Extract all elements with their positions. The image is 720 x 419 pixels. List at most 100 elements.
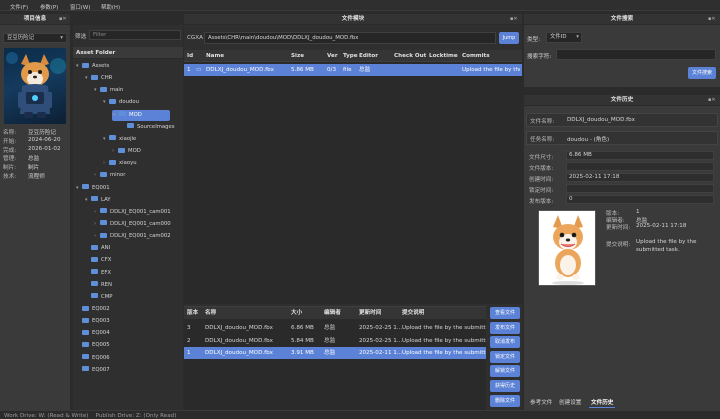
type-select[interactable]: 文件ID ▾ bbox=[546, 32, 582, 43]
version-action-button[interactable]: 发布文件 bbox=[490, 321, 520, 334]
version-action-button[interactable]: 删除文件 bbox=[490, 394, 520, 407]
tree-folder-item[interactable]: ▾ Assets bbox=[76, 61, 109, 72]
menu-params[interactable]: 参数(P) bbox=[40, 3, 58, 11]
tree-folder-item[interactable]: EQ003 bbox=[76, 316, 110, 327]
info-label: 管理: bbox=[3, 156, 17, 163]
tree-folder-item[interactable]: CFX bbox=[85, 255, 111, 266]
version-action-button[interactable]: 获得历史 bbox=[490, 380, 520, 392]
tree-folder-item[interactable]: › DDLXJ_EQ001_cam001 bbox=[94, 207, 171, 218]
file-search-button[interactable]: 文件搜索 bbox=[688, 67, 716, 79]
table-cell: file bbox=[343, 67, 352, 73]
column-header[interactable]: Ver bbox=[327, 50, 338, 62]
tree-folder-label: EQ005 bbox=[92, 342, 110, 349]
column-header[interactable]: 版本 bbox=[187, 307, 198, 319]
folder-icon bbox=[82, 366, 89, 372]
menu-help[interactable]: 帮助(H) bbox=[101, 3, 120, 11]
tree-folder-item[interactable]: ▾ xiaojie bbox=[103, 134, 136, 145]
tree-folder-item[interactable]: REN bbox=[85, 280, 112, 291]
column-header[interactable]: Editor bbox=[359, 50, 378, 62]
tree-folder-item[interactable]: CMP bbox=[85, 292, 112, 303]
column-header[interactable]: 大小 bbox=[291, 307, 302, 319]
table-cell: 3.91 MB bbox=[291, 350, 314, 356]
table-row[interactable]: 2 DDLXJ_doudou_MOD.fbx 5.84 MB 总监 2025-02-25… bbox=[184, 335, 486, 347]
tree-folder-label: Assets bbox=[92, 63, 110, 69]
tree-folder-item[interactable]: SourceImages bbox=[121, 122, 175, 133]
tree-folder-item[interactable]: ▾ main bbox=[94, 85, 123, 96]
version-info-value: 1 bbox=[636, 209, 640, 215]
tree-folder-label: EFX bbox=[101, 269, 112, 276]
column-header[interactable]: Id bbox=[187, 50, 193, 62]
column-header[interactable]: Commits bbox=[462, 50, 490, 62]
version-action-button[interactable]: 解锁文件 bbox=[490, 365, 520, 378]
tree-folder-item[interactable]: EQ005 bbox=[76, 340, 110, 351]
project-select[interactable]: 豆豆历险记 ▾ bbox=[3, 33, 67, 43]
keyword-input[interactable] bbox=[556, 49, 716, 60]
column-header[interactable]: 名称 bbox=[205, 307, 216, 319]
table-row[interactable]: 3 DDLXJ_doudou_MOD.fbx 6.86 MB 总监 2025-02-25… bbox=[184, 322, 486, 334]
tree-folder-item[interactable]: EQ006 bbox=[76, 353, 110, 364]
folder-icon bbox=[100, 86, 107, 92]
tree-folder-item[interactable]: EFX bbox=[85, 268, 111, 279]
table-cell: 1 bbox=[187, 350, 191, 356]
close-icon[interactable]: ▪✕ bbox=[708, 97, 716, 103]
tree-folder-label: MOD bbox=[129, 111, 142, 118]
asset-folder-header: Asset Folder bbox=[73, 47, 183, 59]
tree-folder-item[interactable]: › minor bbox=[94, 170, 125, 181]
menu-file[interactable]: 文件(F) bbox=[10, 3, 28, 11]
tree-folder-item[interactable]: EQ004 bbox=[76, 328, 110, 339]
folder-icon bbox=[91, 269, 98, 275]
column-header[interactable]: Size bbox=[291, 50, 304, 62]
file-module-panel: 文件模块 ▪✕ CGXA Assets\CHR\main\doudou\MOD\… bbox=[184, 14, 522, 410]
folder-icon bbox=[100, 171, 107, 177]
column-header[interactable]: Locktime bbox=[429, 50, 458, 62]
tree-folder-item[interactable]: ▾ doudou bbox=[103, 97, 139, 108]
column-header[interactable]: 提交说明 bbox=[402, 307, 424, 319]
column-header[interactable]: 编辑者 bbox=[324, 307, 341, 319]
jump-button[interactable]: Jump bbox=[499, 32, 519, 44]
tree-folder-label: CMP bbox=[101, 293, 113, 300]
history-prop-text: 0 bbox=[569, 196, 573, 202]
history-prop-label: 文件版本: bbox=[529, 165, 554, 172]
table-cell: DDLXJ_doudou_MOD.fbx bbox=[205, 350, 273, 356]
tree-folder-item[interactable]: ▾ CHR bbox=[85, 73, 112, 84]
bottom-tab[interactable]: 文件历史 bbox=[589, 398, 616, 408]
history-prop-value bbox=[566, 184, 714, 193]
tree-folder-item[interactable]: › DDLXJ_EQ001_cam000 bbox=[94, 219, 171, 230]
bottom-tab[interactable]: 参考文件 bbox=[528, 398, 554, 408]
column-header[interactable]: Name bbox=[206, 50, 224, 62]
tree-folder-item[interactable]: › xiaoyu bbox=[103, 158, 137, 169]
folder-icon bbox=[82, 317, 89, 323]
column-header[interactable]: 更新时间 bbox=[359, 307, 381, 319]
path-input[interactable]: Assets\CHR\main\doudou\MOD\DDLXJ_doudou_… bbox=[204, 32, 496, 44]
tree-folder-label: ANI bbox=[101, 245, 111, 252]
tree-folder-item[interactable]: ANI bbox=[85, 243, 110, 254]
bottom-tab[interactable]: 创建设置 bbox=[557, 398, 583, 408]
filter-input[interactable]: Filter bbox=[89, 30, 181, 40]
tree-folder-item[interactable]: ▾ LAY bbox=[85, 195, 111, 206]
tree-folder-item[interactable]: EQ007 bbox=[76, 365, 110, 376]
close-icon[interactable]: ▪✕ bbox=[708, 16, 716, 22]
column-header[interactable]: Type bbox=[343, 50, 358, 62]
table-cell: DDLXJ_doudou_MOD.fbx bbox=[205, 325, 273, 331]
table-cell: 总监 bbox=[359, 67, 371, 73]
version-action-button[interactable]: 查看文件 bbox=[490, 307, 520, 319]
history-prop-label: 发布版本: bbox=[529, 198, 554, 205]
project-info-panel: 项目信息 ▪✕ 豆豆历险记 ▾ 名称: 豆豆历险记 开始: 2024-06-20 完成:… bbox=[0, 14, 70, 410]
tree-folder-item[interactable]: EQ002 bbox=[76, 304, 110, 315]
tree-folder-item[interactable]: ▾ EQ001 bbox=[76, 183, 110, 194]
table-row[interactable]: 1 DDLXJ_doudou_MOD.fbx 3.91 MB 总监 2025-02-11… bbox=[184, 347, 486, 359]
table-row[interactable]: 1 DDLXJ_doudou_MOD.fbx 5.86 MB 0/3 file 总监 Upl… bbox=[184, 64, 522, 76]
menu-window[interactable]: 窗口(W) bbox=[70, 3, 90, 11]
table-cell: DDLXJ_doudou_MOD.fbx bbox=[206, 67, 274, 73]
info-label: 完成: bbox=[3, 147, 17, 154]
close-icon[interactable]: ▪✕ bbox=[59, 16, 67, 22]
close-icon[interactable]: ▪✕ bbox=[510, 16, 518, 22]
file-type-icon: ▭ bbox=[196, 67, 202, 73]
column-header[interactable]: Check Out bbox=[394, 50, 426, 62]
tree-folder-item[interactable]: › DDLXJ_EQ001_cam002 bbox=[94, 231, 171, 242]
version-action-button[interactable]: 取消发布 bbox=[490, 336, 520, 349]
tree-folder-item[interactable]: › MOD bbox=[112, 146, 141, 157]
version-action-button[interactable]: 锁定文件 bbox=[490, 350, 520, 363]
tree-folder-item[interactable]: ▾ MOD bbox=[112, 109, 170, 121]
file-table-header: Id Name Size Ver Type Editor Check Out Locktime… bbox=[184, 50, 522, 62]
